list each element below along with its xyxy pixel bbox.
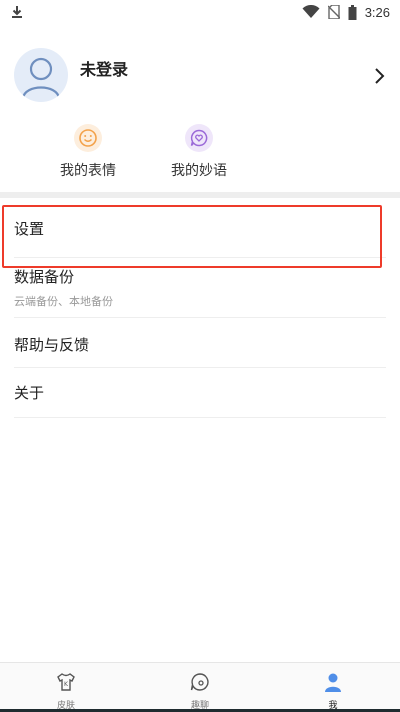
nav-tab-chat[interactable]: 趣聊 <box>160 671 240 711</box>
chevron-right-icon[interactable] <box>372 66 388 86</box>
download-icon <box>12 6 22 18</box>
bottom-nav: K 皮肤 趣聊 我 <box>0 662 400 712</box>
person-icon <box>325 673 341 692</box>
battery-icon <box>348 4 357 20</box>
my-phrases-button[interactable]: 我的妙语 <box>139 122 259 180</box>
quick-actions: 我的表情 我的妙语 <box>0 122 400 190</box>
svg-text:K: K <box>64 681 69 688</box>
menu-item-help-feedback-label: 帮助与反馈 <box>14 336 90 354</box>
settings-menu: 设置 数据备份 云端备份、本地备份 帮助与反馈 关于 <box>0 198 400 418</box>
profile-header[interactable]: 未登录 <box>0 40 400 120</box>
menu-item-data-backup-label: 数据备份 <box>14 268 75 286</box>
wifi-icon <box>302 5 320 18</box>
login-status-label[interactable]: 未登录 <box>80 56 128 80</box>
no-sim-icon <box>327 5 340 19</box>
menu-item-settings[interactable]: 设置 <box>14 198 386 258</box>
menu-item-about-label: 关于 <box>14 384 45 402</box>
my-phrases-label: 我的妙语 <box>171 163 227 179</box>
status-time: 3:26 <box>364 4 390 20</box>
smile-icon <box>74 124 102 152</box>
menu-item-help-feedback[interactable]: 帮助与反馈 <box>14 318 386 368</box>
my-stickers-label: 我的表情 <box>60 163 116 179</box>
heart-chat-icon <box>185 124 213 152</box>
menu-item-data-backup-sublabel: 云端备份、本地备份 <box>14 295 113 308</box>
menu-item-settings-label: 设置 <box>14 220 45 238</box>
status-bar: 3:26 <box>0 0 400 24</box>
menu-item-about[interactable]: 关于 <box>14 368 386 418</box>
nav-tab-me[interactable]: 我 <box>293 671 373 711</box>
chat-bubble-icon <box>190 673 209 691</box>
my-stickers-button[interactable]: 我的表情 <box>28 122 148 180</box>
menu-item-data-backup[interactable]: 数据备份 云端备份、本地备份 <box>14 258 386 318</box>
nav-tab-skins[interactable]: K 皮肤 <box>26 671 106 711</box>
user-avatar-icon[interactable] <box>14 48 68 102</box>
shirt-icon: K <box>57 673 75 691</box>
